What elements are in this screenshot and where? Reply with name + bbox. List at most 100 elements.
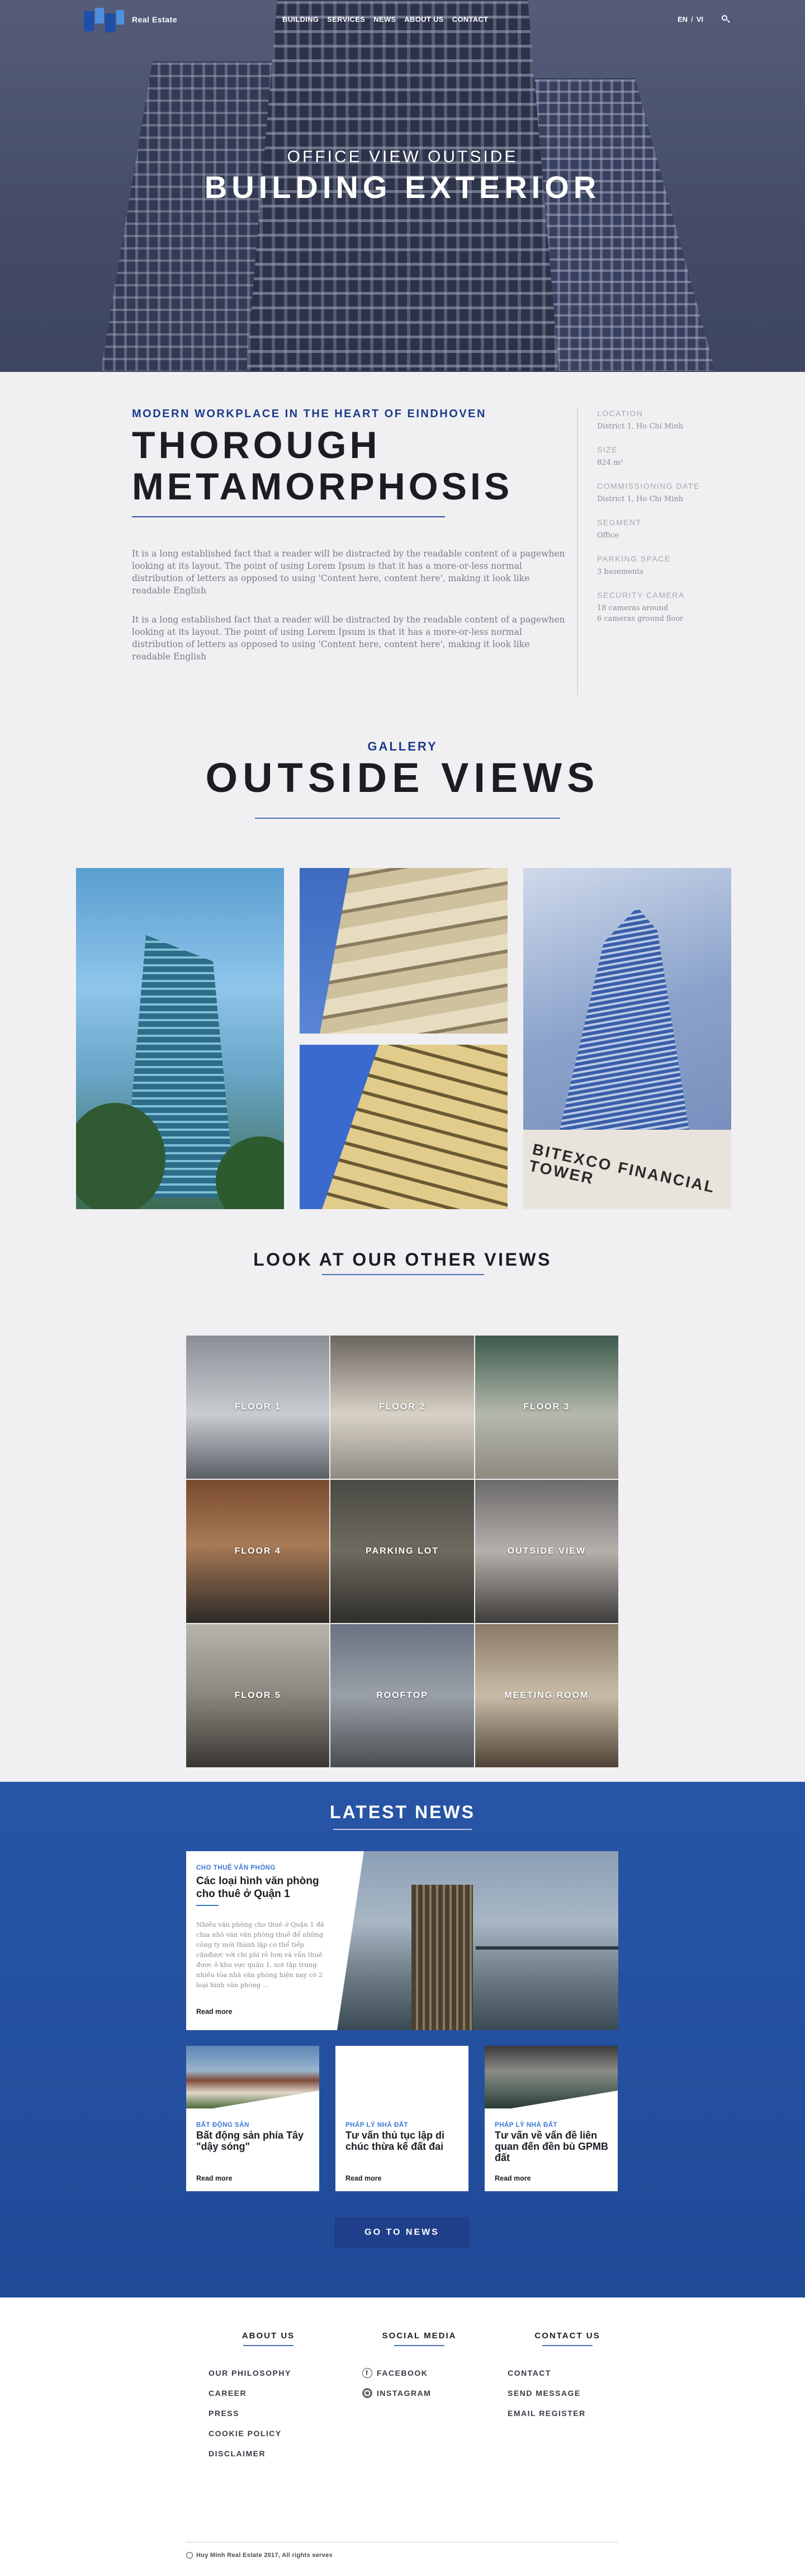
news-headline[interactable]: Tư vấn về vấn đề liên quan đến đền bù GP… <box>495 2130 610 2163</box>
nav-about-us[interactable]: ABOUT US <box>404 15 443 23</box>
footer-column-title: SOCIAL MEDIA <box>382 2331 457 2341</box>
view-tile-label: FLOOR 4 <box>234 1546 281 1556</box>
bitexco-sign: BITEXCO FINANCIAL TOWER <box>523 1130 731 1209</box>
footer-link-career[interactable]: CAREER <box>209 2383 330 2403</box>
read-more-link[interactable]: Read more <box>196 2008 233 2016</box>
fact-label: SECURITY CAMERA <box>597 591 685 600</box>
gallery-photo-balconies[interactable] <box>300 868 508 1034</box>
news-card[interactable]: PHÁP LÝ NHÀ ĐẤT Tư vấn thủ tục lập di ch… <box>335 2046 468 2191</box>
gallery-photo-apartment[interactable] <box>300 1045 508 1209</box>
fact-label: SEGMENT <box>597 518 642 527</box>
footer-link-instagram[interactable]: INSTAGRAM <box>362 2383 481 2403</box>
hero-subtitle: OFFICE VIEW OUTSIDE <box>287 148 518 166</box>
fact-value: District 1, Ho Chi Minh <box>597 495 684 503</box>
intro-section: MODERN WORKPLACE IN THE HEART OF EINDHOV… <box>0 372 805 710</box>
intro-kicker: MODERN WORKPLACE IN THE HEART OF EINDHOV… <box>132 408 486 420</box>
view-tile-label: FLOOR 1 <box>234 1402 281 1412</box>
lang-separator: / <box>691 15 693 23</box>
gallery-photo-glass-tower[interactable] <box>76 868 284 1209</box>
fact-label: LOCATION <box>597 409 643 418</box>
nav-news[interactable]: NEWS <box>373 15 396 23</box>
footer-link-send-message[interactable]: SEND MESSAGE <box>508 2383 629 2403</box>
intro-title-line1: THOROUGH <box>132 424 381 466</box>
go-to-news-button[interactable]: GO TO NEWS <box>334 2217 470 2248</box>
building-facts: LOCATION District 1, Ho Chi Minh SIZE 82… <box>577 408 705 696</box>
view-tile-rooftop[interactable]: ROOFTOP <box>330 1624 474 1767</box>
fact-value: Office <box>597 531 619 540</box>
footer-link-contact[interactable]: CONTACT <box>508 2363 629 2383</box>
news-category: PHÁP LÝ NHÀ ĐẤT <box>495 2122 558 2129</box>
footer-column-title: ABOUT US <box>242 2331 295 2341</box>
footer-contact-column: CONTACT US CONTACT SEND MESSAGE EMAIL RE… <box>506 2331 629 2423</box>
intro-divider <box>132 516 445 517</box>
nav-contact[interactable]: CONTACT <box>452 15 489 23</box>
fact-security-camera: SECURITY CAMERA 18 cameras around 6 came… <box>597 589 705 624</box>
lang-vi[interactable]: VI <box>697 15 703 23</box>
news-headline[interactable]: Bất động sản phía Tây "dậy sóng" <box>196 2130 311 2152</box>
footer-link-disclaimer[interactable]: DISCLAIMER <box>209 2443 330 2464</box>
gallery-divider <box>255 818 560 819</box>
fact-label: SIZE <box>597 445 618 454</box>
fact-segment: SEGMENT Office <box>597 517 705 541</box>
fact-commissioning-date: COMMISSIONING DATE District 1, Ho Chi Mi… <box>597 480 705 504</box>
footer-link-our-philosophy[interactable]: OUR PHILOSOPHY <box>209 2363 330 2383</box>
nav-building[interactable]: BUILDING <box>282 15 319 23</box>
view-tile-label: ROOFTOP <box>376 1691 428 1700</box>
view-tile-label: PARKING LOT <box>365 1546 439 1556</box>
view-tile-outside-view[interactable]: OUTSIDE VIEW <box>475 1480 618 1623</box>
news-headline[interactable]: Tư vấn thủ tục lập di chúc thừa kế đất đ… <box>345 2130 461 2152</box>
hero-section: Real Estate BUILDING SERVICES NEWS ABOUT… <box>0 0 805 372</box>
gallery-kicker: GALLERY <box>367 739 438 753</box>
view-tile-meeting-room[interactable]: MEETING ROOM <box>475 1624 618 1767</box>
fact-value: District 1, Ho Chi Minh <box>597 422 684 431</box>
search-icon[interactable] <box>721 15 730 23</box>
lang-en[interactable]: EN <box>678 15 688 23</box>
footer-link-label: INSTAGRAM <box>377 2389 432 2398</box>
view-tile-label: FLOOR 3 <box>523 1402 570 1412</box>
featured-news-card[interactable]: CHO THUÊ VĂN PHÒNG Các loại hình văn phò… <box>186 1851 618 2030</box>
news-category: PHÁP LÝ NHÀ ĐẤT <box>345 2122 409 2129</box>
news-headline[interactable]: Các loại hình văn phòng cho thuê ở Quận … <box>196 1875 330 1900</box>
intro-paragraph-1: It is a long established fact that a rea… <box>132 549 565 596</box>
view-tile-floor-4[interactable]: FLOOR 4 <box>186 1480 330 1623</box>
footer-link-label: FACEBOOK <box>377 2369 428 2377</box>
footer: ABOUT US OUR PHILOSOPHY CAREER PRESS COO… <box>0 2297 805 2576</box>
news-excerpt: Nhiều văn phòng cho thuê ở Quận 1 đã chi… <box>196 1921 324 1989</box>
footer-link-press[interactable]: PRESS <box>209 2403 330 2423</box>
gallery-title: OUTSIDE VIEWS <box>205 754 600 801</box>
fact-value: 3 basements <box>597 568 644 576</box>
read-more-link[interactable]: Read more <box>345 2174 382 2182</box>
featured-news-image <box>330 1851 618 2030</box>
gallery-photo-bitexco-tower[interactable]: BITEXCO FINANCIAL TOWER <box>523 868 731 1209</box>
fact-label: COMMISSIONING DATE <box>597 482 700 490</box>
view-tile-floor-2[interactable]: FLOOR 2 <box>330 1336 474 1479</box>
intro-title-line2: METAMORPHOSIS <box>132 465 513 508</box>
fact-parking-space: PARKING SPACE 3 basements <box>597 553 705 577</box>
nav-services[interactable]: SERVICES <box>327 15 365 23</box>
views-grid: FLOOR 1 FLOOR 2 FLOOR 3 FLOOR 4 PARKING … <box>186 1336 618 1767</box>
view-tile-parking-lot[interactable]: PARKING LOT <box>330 1480 474 1623</box>
view-tile-floor-5[interactable]: FLOOR 5 <box>186 1624 330 1767</box>
view-tile-floor-3[interactable]: FLOOR 3 <box>475 1336 618 1479</box>
fact-value: 18 cameras around 6 cameras ground floor <box>597 604 684 623</box>
read-more-link[interactable]: Read more <box>196 2174 233 2182</box>
read-more-link[interactable]: Read more <box>495 2174 531 2182</box>
fact-size: SIZE 824 m² <box>597 444 705 468</box>
facebook-icon <box>362 2368 372 2378</box>
footer-link-email-register[interactable]: EMAIL REGISTER <box>508 2403 629 2423</box>
intro-title: THOROUGH METAMORPHOSIS <box>132 424 557 507</box>
instagram-icon <box>362 2388 372 2398</box>
footer-social-column: SOCIAL MEDIA FACEBOOK INSTAGRAM <box>358 2331 481 2403</box>
news-card[interactable]: BẤT ĐỘNG SẢN Bất động sản phía Tây "dậy … <box>186 2046 319 2191</box>
view-tile-label: FLOOR 5 <box>234 1691 281 1700</box>
footer-link-facebook[interactable]: FACEBOOK <box>362 2363 481 2383</box>
page: Real Estate BUILDING SERVICES NEWS ABOUT… <box>0 0 805 2576</box>
news-card[interactable]: PHÁP LÝ NHÀ ĐẤT Tư vấn về vấn đề liên qu… <box>485 2046 618 2191</box>
other-views-title: LOOK AT OUR OTHER VIEWS <box>253 1249 552 1270</box>
footer-link-cookie-policy[interactable]: COOKIE POLICY <box>209 2423 330 2443</box>
fact-label: PARKING SPACE <box>597 554 671 563</box>
view-tile-floor-1[interactable]: FLOOR 1 <box>186 1336 330 1479</box>
logo[interactable] <box>84 8 126 34</box>
news-section: LATEST NEWS CHO THUÊ VĂN PHÒNG Các loại … <box>0 1782 805 2297</box>
language-switcher: EN / VI <box>678 15 703 23</box>
